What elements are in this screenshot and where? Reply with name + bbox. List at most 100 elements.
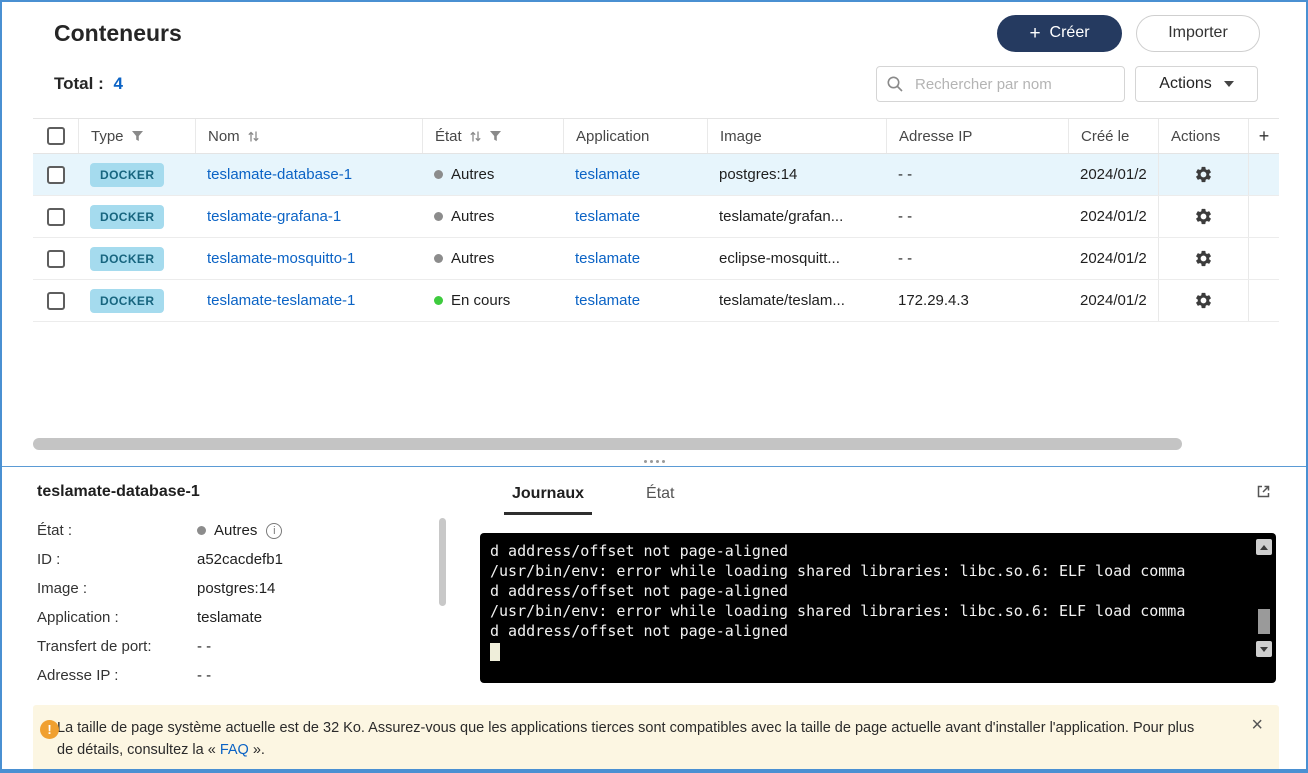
container-name-link[interactable]: teslamate-teslamate-1 <box>207 292 355 309</box>
container-type-badge: DOCKER <box>90 162 165 187</box>
status-dot-icon <box>434 296 443 305</box>
filter-icon[interactable] <box>131 130 144 142</box>
table-header: Type Nom État Application Image Adresse … <box>33 118 1279 154</box>
info-icon[interactable]: i <box>266 522 283 539</box>
select-all-checkbox[interactable] <box>46 127 65 145</box>
column-header-state[interactable]: État <box>422 119 563 153</box>
column-header-application[interactable]: Application <box>563 119 707 153</box>
containers-table: Type Nom État Application Image Adresse … <box>33 118 1279 322</box>
container-type-badge: DOCKER <box>90 204 165 229</box>
detail-field: État : Autres i <box>37 516 437 545</box>
container-name-link[interactable]: teslamate-grafana-1 <box>207 208 341 225</box>
total-count: Total : 4 <box>54 74 123 94</box>
container-name-link[interactable]: teslamate-mosquitto-1 <box>207 250 355 267</box>
application-link[interactable]: teslamate <box>575 292 640 309</box>
tab-journaux[interactable]: Journaux <box>504 485 593 515</box>
faq-link[interactable]: FAQ <box>220 742 249 758</box>
detail-title: teslamate-database-1 <box>37 483 200 500</box>
created-cell: 2024/01/2 <box>1080 208 1147 225</box>
horizontal-scroll-thumb[interactable] <box>33 438 1182 450</box>
detail-summary: teslamate-database-1 État : Autres i ID … <box>37 483 437 690</box>
image-cell: teslamate/teslam... <box>719 292 845 309</box>
pane-resize-handle[interactable] <box>2 457 1306 466</box>
search-input[interactable] <box>876 66 1125 102</box>
detail-scrollbar[interactable] <box>439 518 446 606</box>
table-row[interactable]: DOCKER teslamate-teslamate-1 En cours te… <box>33 280 1279 322</box>
status-label: Autres <box>451 166 495 183</box>
row-actions-button[interactable] <box>1194 291 1213 310</box>
table-row[interactable]: DOCKER teslamate-mosquitto-1 Autres tesl… <box>33 238 1279 280</box>
status-label: En cours <box>451 292 511 309</box>
application-link[interactable]: teslamate <box>575 166 640 183</box>
add-column-button[interactable]: + <box>1248 119 1279 153</box>
table-row[interactable]: DOCKER teslamate-grafana-1 Autres teslam… <box>33 196 1279 238</box>
ip-cell: - - <box>898 166 913 183</box>
column-header-actions: Actions <box>1158 119 1248 153</box>
application-link[interactable]: teslamate <box>575 250 640 267</box>
row-actions-button[interactable] <box>1194 249 1213 268</box>
status-dot-icon <box>434 254 443 263</box>
container-type-badge: DOCKER <box>90 288 165 313</box>
column-header-created[interactable]: Créé le <box>1068 119 1158 153</box>
sort-icon[interactable] <box>469 130 482 143</box>
image-cell: eclipse-mosquitt... <box>719 250 840 267</box>
chevron-down-icon <box>1223 81 1234 87</box>
ip-cell: - - <box>898 208 913 225</box>
status-label: Autres <box>451 208 495 225</box>
log-line: /usr/bin/env: error while loading shared… <box>490 562 1186 580</box>
actions-dropdown[interactable]: Actions <box>1135 66 1258 102</box>
column-header-ip[interactable]: Adresse IP <box>886 119 1068 153</box>
open-in-new-window-button[interactable] <box>1255 483 1272 503</box>
container-name-link[interactable]: teslamate-database-1 <box>207 166 352 183</box>
row-actions-button[interactable] <box>1194 207 1213 226</box>
created-cell: 2024/01/2 <box>1080 250 1147 267</box>
detail-field: Adresse IP : - - <box>37 667 212 684</box>
column-header-image[interactable]: Image <box>707 119 886 153</box>
system-warning-banner: ! La taille de page système actuelle est… <box>33 705 1279 769</box>
header: Conteneurs + Créer Importer <box>54 14 1260 52</box>
row-checkbox[interactable] <box>46 291 65 310</box>
column-header-type[interactable]: Type <box>78 119 195 153</box>
application-link[interactable]: teslamate <box>575 208 640 225</box>
terminal-scroll-thumb[interactable] <box>1258 609 1270 634</box>
filter-icon[interactable] <box>489 130 502 142</box>
image-cell: postgres:14 <box>719 166 798 183</box>
external-link-icon <box>1257 485 1270 498</box>
log-terminal: d address/offset not page-aligned /usr/b… <box>480 533 1276 683</box>
column-header-name[interactable]: Nom <box>195 119 422 153</box>
terminal-scrollbar[interactable] <box>1256 539 1272 657</box>
image-cell: teslamate/grafan... <box>719 208 844 225</box>
status-dot-icon <box>434 170 443 179</box>
scroll-up-icon[interactable] <box>1256 539 1272 555</box>
status-dot-icon <box>197 526 206 535</box>
log-line: /usr/bin/env: error while loading shared… <box>490 602 1186 620</box>
detail-field: Image : postgres:14 <box>37 580 276 597</box>
created-cell: 2024/01/2 <box>1080 166 1147 183</box>
row-checkbox[interactable] <box>46 249 65 268</box>
search-box <box>876 66 1125 102</box>
log-line: d address/offset not page-aligned <box>490 622 789 640</box>
plus-icon: + <box>1029 22 1041 44</box>
terminal-cursor <box>490 643 500 661</box>
actions-label: Actions <box>1159 75 1212 92</box>
created-cell: 2024/01/2 <box>1080 292 1147 309</box>
log-line: d address/offset not page-aligned <box>490 542 789 560</box>
ip-cell: 172.29.4.3 <box>898 292 969 309</box>
detail-pane: teslamate-database-1 État : Autres i ID … <box>2 466 1306 706</box>
close-icon[interactable]: × <box>1251 715 1263 735</box>
create-button[interactable]: + Créer <box>997 14 1122 52</box>
create-button-label: Créer <box>1049 24 1090 41</box>
row-checkbox[interactable] <box>46 165 65 184</box>
row-checkbox[interactable] <box>46 207 65 226</box>
table-row[interactable]: DOCKER teslamate-database-1 Autres tesla… <box>33 154 1279 196</box>
scroll-down-icon[interactable] <box>1256 641 1272 657</box>
toolbar: Total : 4 Actions <box>54 66 1258 102</box>
log-line: d address/offset not page-aligned <box>490 582 789 600</box>
tab-etat[interactable]: État <box>638 485 682 515</box>
sort-icon[interactable] <box>247 130 260 143</box>
import-button[interactable]: Importer <box>1136 14 1260 52</box>
warning-icon: ! <box>40 720 59 739</box>
detail-field: Application : teslamate <box>37 609 263 626</box>
row-actions-button[interactable] <box>1194 165 1213 184</box>
detail-field: Transfert de port: - - <box>37 638 212 655</box>
